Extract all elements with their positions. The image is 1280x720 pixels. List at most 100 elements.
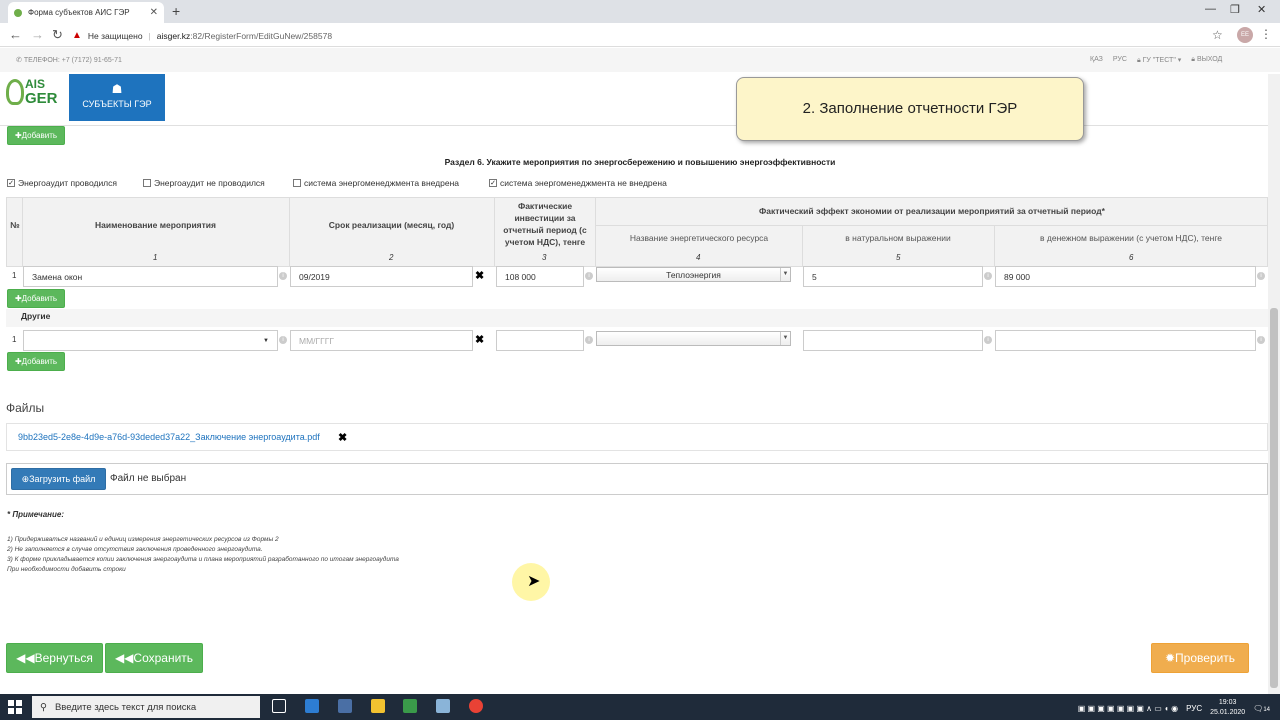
col-header-resource: Название энергетического ресурса [629, 233, 769, 243]
reload-icon[interactable]: ↻ [52, 27, 63, 43]
logout-link[interactable]: 🔒︎ ВЫХОД [1191, 56, 1222, 65]
warning-icon: ▲ [72, 30, 82, 41]
upload-file-button[interactable]: ⊕ Загрузить файл [11, 468, 106, 490]
natural-input[interactable]: 5 [803, 266, 983, 287]
add-button-row[interactable]: ✚Добавить [7, 289, 65, 308]
period-input[interactable]: 09/2019 [290, 266, 473, 287]
favicon-icon [14, 8, 22, 17]
info-icon: i [1257, 272, 1265, 280]
chevron-down-icon: ▼ [780, 268, 790, 281]
taskbar-search[interactable]: ⚲ Введите здесь текст для поиска [32, 696, 260, 718]
app-icon[interactable] [338, 699, 352, 713]
nav-subjects-tab[interactable]: ☗ СУБЪЕКТЫ ГЭР [69, 74, 165, 121]
maximize-button[interactable]: ❐ [1230, 3, 1240, 16]
clear-date-icon[interactable]: ✖ [475, 333, 484, 346]
lang-kz-link[interactable]: ҚАЗ [1090, 56, 1103, 65]
profile-avatar[interactable]: ЕЕ [1237, 27, 1253, 43]
investment-input-other[interactable] [496, 330, 584, 351]
folder-icon[interactable] [371, 699, 385, 713]
save-button[interactable]: ◀◀ Сохранить [105, 643, 203, 673]
app-icon[interactable] [403, 699, 417, 713]
row-number: 1 [12, 335, 17, 344]
new-tab-button[interactable]: + [172, 3, 180, 19]
bookmark-star-icon[interactable]: ☆ [1212, 28, 1223, 42]
files-title: Файлы [6, 401, 45, 415]
add-button-top[interactable]: ✚Добавить [7, 126, 65, 145]
bulb-icon [6, 79, 24, 105]
site-topbar [0, 48, 1280, 72]
search-icon: ⚲ [40, 701, 47, 713]
scrollbar-thumb[interactable] [1270, 308, 1278, 688]
natural-input-other[interactable] [803, 330, 983, 351]
info-icon: i [984, 336, 992, 344]
measure-name-select[interactable]: ▼ [23, 330, 278, 351]
row-number: 1 [12, 271, 17, 280]
check-button[interactable]: ✹ Проверить [1151, 643, 1249, 673]
col-number: 5 [896, 253, 901, 262]
note-line: 3) К форме прикладывается копии заключен… [7, 556, 399, 563]
clock-time: 19:03 [1218, 699, 1237, 706]
other-section-label: Другие [21, 311, 51, 321]
resource-select[interactable]: Теплоэнергия ▼ [596, 267, 791, 282]
notes-title: * Примечание: [7, 510, 64, 519]
col-number: 4 [696, 253, 701, 262]
checkbox-audit-not-done[interactable]: Энергоаудит не проводился [143, 178, 265, 188]
browser-tab[interactable]: Форма субъектов АИС ГЭР ✕ [8, 2, 164, 23]
period-input-other[interactable]: ММ/ГГГГ [290, 330, 473, 351]
investment-input[interactable]: 108 000 [496, 266, 584, 287]
natural-value: 5 [812, 271, 817, 282]
add-button-other[interactable]: ✚Добавить [7, 352, 65, 371]
clock[interactable]: 19:03 25.01.2020 [1210, 698, 1245, 718]
file-link[interactable]: 9bb23ed5-2e8e-4d9e-a76d-93deded37a22_Зак… [18, 432, 320, 442]
phone-text: ✆ ТЕЛЕФОН: +7 (7172) 91-65-71 [16, 56, 122, 64]
notifications-icon[interactable]: 🗨︎14 [1253, 704, 1270, 713]
close-window-button[interactable]: ✕ [1257, 3, 1266, 16]
minimize-button[interactable]: — [1205, 3, 1216, 15]
money-input-other[interactable] [995, 330, 1256, 351]
checkbox-checked-icon[interactable]: ✓ [7, 179, 15, 187]
col-number: 2 [389, 253, 394, 262]
windows-start-icon[interactable] [8, 700, 22, 714]
gear-icon: ✹ [1164, 651, 1176, 665]
tray-icons[interactable]: ▣ ▣ ▣ ▣ ▣ ▣ ▣ ∧ ▭ ◖ ◉ [1078, 704, 1178, 713]
checkbox-audit-done[interactable]: ✓ Энергоаудит проводился [7, 178, 117, 188]
address-bar[interactable]: ▲ Не защищено | aisger.kz:82/RegisterFor… [72, 27, 1232, 44]
upload-area [6, 463, 1268, 495]
back-arrow-icon[interactable]: ← [9, 27, 22, 42]
measure-name-input[interactable]: Замена окон [23, 266, 278, 287]
back-button[interactable]: ◀◀ Вернуться [6, 643, 103, 673]
url-path: :82/RegisterForm/EditGuNew/258578 [190, 30, 333, 41]
caret-down-icon: ▼ [263, 337, 269, 344]
cursor-highlight: ➤ [512, 563, 550, 601]
tab-close-icon[interactable]: ✕ [150, 7, 158, 18]
lang-indicator[interactable]: РУС [1186, 704, 1202, 713]
divider [596, 225, 1268, 226]
back-label: Вернуться [34, 651, 93, 665]
money-input[interactable]: 89 000 [995, 266, 1256, 287]
checkbox-icon[interactable] [143, 179, 151, 187]
security-label: Не защищено [87, 30, 143, 41]
col-number: 3 [542, 253, 547, 262]
note-line: 2) Не заполняется в случае отсутствия за… [7, 546, 263, 553]
checkbox-ems-not-implemented[interactable]: ✓ система энергоменеджмента не внедрена [489, 178, 667, 188]
cursor-icon: ➤ [527, 573, 541, 590]
lang-ru-link[interactable]: РУС [1113, 56, 1127, 65]
browser-tabbar [0, 0, 1280, 23]
col-number: 6 [1129, 253, 1134, 262]
delete-file-icon[interactable]: ✖ [338, 431, 347, 444]
checkbox-checked-icon[interactable]: ✓ [489, 179, 497, 187]
browser-menu-icon[interactable]: ⋮ [1260, 27, 1272, 41]
app-icon[interactable] [305, 699, 319, 713]
resource-select-other[interactable]: ▼ [596, 331, 791, 346]
col-header-period: Срок реализации (месяц, год) [328, 220, 455, 230]
system-tray: ▣ ▣ ▣ ▣ ▣ ▣ ▣ ∧ ▭ ◖ ◉ РУС 19:03 25.01.202… [940, 696, 1280, 720]
checkbox-icon[interactable] [293, 179, 301, 187]
clear-date-icon[interactable]: ✖ [475, 269, 484, 282]
forward-arrow-icon[interactable]: → [31, 27, 44, 42]
task-view-icon[interactable] [272, 699, 286, 713]
user-menu[interactable]: 🔒︎ ГУ "ТЕСТ" ▾ [1137, 56, 1181, 65]
app-icon[interactable] [436, 699, 450, 713]
logo[interactable]: AIS GER [6, 77, 66, 111]
chrome-icon[interactable] [469, 699, 483, 713]
checkbox-ems-implemented[interactable]: система энергоменеджмента внедрена [293, 178, 459, 188]
